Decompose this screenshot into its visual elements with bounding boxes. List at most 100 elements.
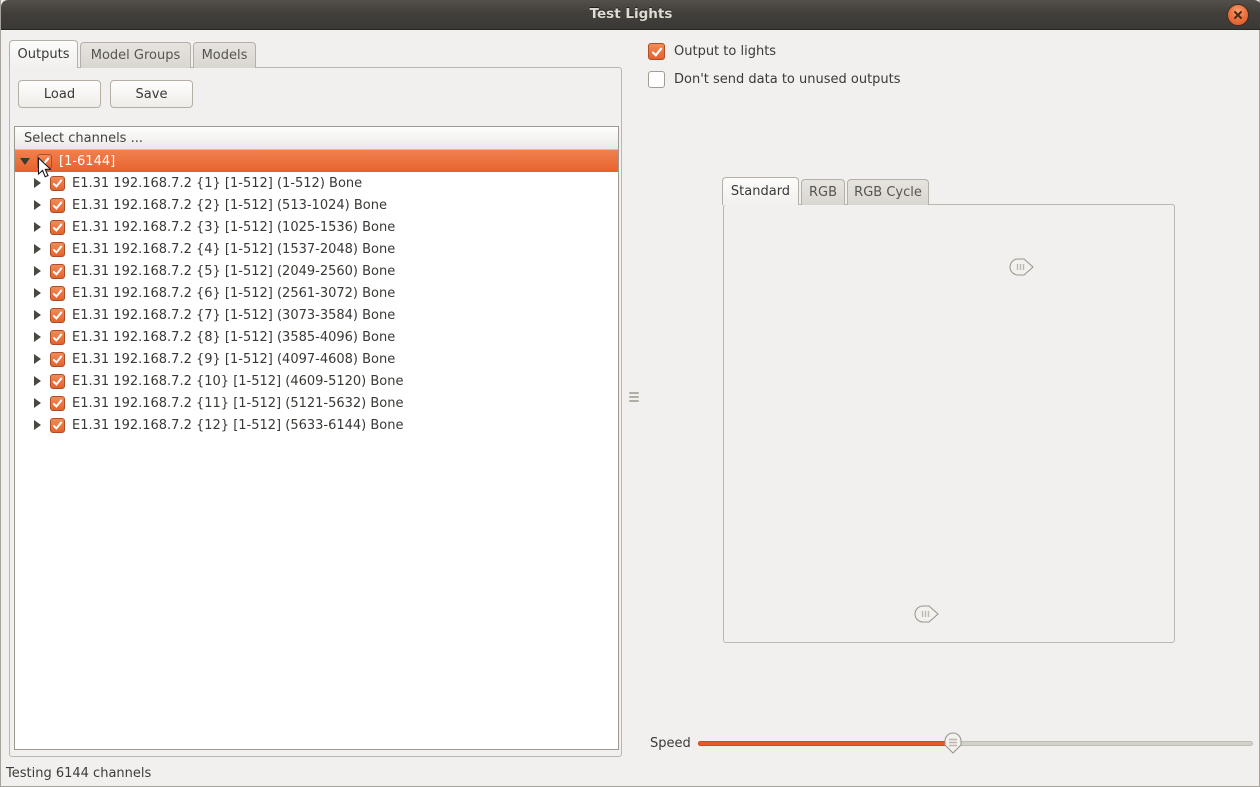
check-icon	[52, 376, 63, 387]
channel-checkbox[interactable]	[50, 418, 65, 433]
speed-slider-track[interactable]	[698, 741, 1253, 746]
standard-tab-page	[723, 204, 1175, 643]
check-icon	[52, 310, 63, 321]
splitter-grip[interactable]	[629, 400, 639, 402]
tree-root-label: [1-6144]	[59, 154, 115, 169]
channel-checkbox[interactable]	[50, 286, 65, 301]
tree-item-label: E1.31 192.168.7.2 {9} [1-512] (4097-4608…	[72, 352, 395, 367]
background-intensity-slider-thumb[interactable]	[913, 605, 939, 623]
check-icon	[52, 420, 63, 431]
channel-checkbox[interactable]	[50, 396, 65, 411]
tab-outputs[interactable]: Outputs	[9, 40, 78, 68]
expand-triangle-icon[interactable]	[34, 310, 41, 320]
tree-item-row[interactable]: E1.31 192.168.7.2 {9} [1-512] (4097-4608…	[15, 348, 618, 370]
titlebar[interactable]: Test Lights	[1, 0, 1260, 30]
tab-standard[interactable]: Standard	[722, 177, 799, 205]
status-bar-text: Testing 6144 channels	[6, 766, 151, 781]
tab-model-groups[interactable]: Model Groups	[80, 42, 191, 68]
tab-rgb-cycle[interactable]: RGB Cycle	[847, 179, 929, 205]
tree-item-row[interactable]: E1.31 192.168.7.2 {2} [1-512] (513-1024)…	[15, 194, 618, 216]
channel-checkbox[interactable]	[50, 176, 65, 191]
close-button[interactable]	[1227, 4, 1249, 26]
tree-root-row[interactable]: [1-6144]	[15, 150, 618, 172]
tree-item-label: E1.31 192.168.7.2 {4} [1-512] (1537-2048…	[72, 242, 395, 257]
tab-rgb-label: RGB	[809, 185, 837, 200]
tab-models-label: Models	[202, 48, 248, 63]
tree-item-row[interactable]: E1.31 192.168.7.2 {3} [1-512] (1025-1536…	[15, 216, 618, 238]
tree-item-label: E1.31 192.168.7.2 {7} [1-512] (3073-3584…	[72, 308, 395, 323]
tree-item-row[interactable]: E1.31 192.168.7.2 {6} [1-512] (2561-3072…	[15, 282, 618, 304]
tree-item-label: E1.31 192.168.7.2 {2} [1-512] (513-1024)…	[72, 198, 387, 213]
tree-item-label: E1.31 192.168.7.2 {10} [1-512] (4609-512…	[72, 374, 404, 389]
expand-triangle-icon[interactable]	[34, 332, 41, 342]
output-to-lights-checkbox[interactable]	[648, 43, 665, 60]
check-icon	[52, 244, 63, 255]
channel-tree: Select channels ... [1-6144] E1.31 192.1…	[14, 126, 619, 750]
tree-item-row[interactable]: E1.31 192.168.7.2 {10} [1-512] (4609-512…	[15, 370, 618, 392]
channel-checkbox[interactable]	[50, 352, 65, 367]
check-icon	[52, 288, 63, 299]
expand-triangle-icon[interactable]	[34, 178, 41, 188]
tab-rgb-cycle-label: RGB Cycle	[854, 185, 922, 200]
check-icon	[52, 178, 63, 189]
highlight-intensity-slider-thumb[interactable]	[1008, 258, 1034, 276]
dont-send-data-checkbox[interactable]	[648, 71, 665, 88]
test-lights-window: Test Lights Outputs Model Groups Models …	[0, 0, 1260, 787]
channel-checkbox[interactable]	[50, 374, 65, 389]
check-icon	[52, 398, 63, 409]
tab-models[interactable]: Models	[193, 42, 256, 68]
load-button[interactable]: Load	[18, 80, 101, 108]
tab-rgb[interactable]: RGB	[801, 179, 845, 205]
expand-triangle-icon[interactable]	[34, 420, 41, 430]
channel-checkbox[interactable]	[50, 264, 65, 279]
output-to-lights-label: Output to lights	[674, 44, 776, 59]
speed-slider-fill	[698, 741, 953, 746]
load-button-label: Load	[44, 87, 75, 102]
tree-item-row[interactable]: E1.31 192.168.7.2 {4} [1-512] (1537-2048…	[15, 238, 618, 260]
expand-triangle-icon[interactable]	[34, 398, 41, 408]
channel-checkbox[interactable]	[50, 242, 65, 257]
tree-rows: [1-6144] E1.31 192.168.7.2 {1} [1-512] (…	[15, 150, 618, 436]
tree-item-row[interactable]: E1.31 192.168.7.2 {5} [1-512] (2049-2560…	[15, 260, 618, 282]
window-title: Test Lights	[1, 0, 1260, 30]
tab-standard-label: Standard	[731, 184, 790, 199]
collapse-triangle-icon[interactable]	[20, 158, 30, 165]
tree-item-row[interactable]: E1.31 192.168.7.2 {8} [1-512] (3585-4096…	[15, 326, 618, 348]
tree-item-row[interactable]: E1.31 192.168.7.2 {11} [1-512] (5121-563…	[15, 392, 618, 414]
expand-triangle-icon[interactable]	[34, 288, 41, 298]
check-icon	[52, 354, 63, 365]
channel-checkbox[interactable]	[50, 330, 65, 345]
tree-item-label: E1.31 192.168.7.2 {1} [1-512] (1-512) Bo…	[72, 176, 362, 191]
close-icon	[1233, 10, 1243, 20]
save-button-label: Save	[136, 87, 168, 102]
expand-triangle-icon[interactable]	[34, 266, 41, 276]
tree-column-header[interactable]: Select channels ...	[15, 127, 618, 150]
tree-item-label: E1.31 192.168.7.2 {3} [1-512] (1025-1536…	[72, 220, 395, 235]
channel-checkbox[interactable]	[50, 198, 65, 213]
speed-label: Speed	[650, 736, 691, 751]
expand-triangle-icon[interactable]	[34, 244, 41, 254]
check-icon	[52, 266, 63, 277]
save-button[interactable]: Save	[110, 80, 193, 108]
tab-model-groups-label: Model Groups	[91, 48, 181, 63]
tree-item-row[interactable]: E1.31 192.168.7.2 {12} [1-512] (5633-614…	[15, 414, 618, 436]
splitter-grip[interactable]	[629, 392, 639, 394]
expand-triangle-icon[interactable]	[34, 200, 41, 210]
expand-triangle-icon[interactable]	[34, 354, 41, 364]
expand-triangle-icon[interactable]	[34, 222, 41, 232]
tree-item-row[interactable]: E1.31 192.168.7.2 {1} [1-512] (1-512) Bo…	[15, 172, 618, 194]
tab-outputs-label: Outputs	[18, 47, 70, 62]
expand-triangle-icon[interactable]	[34, 376, 41, 386]
splitter-grip[interactable]	[629, 396, 639, 398]
check-icon	[52, 222, 63, 233]
mouse-cursor	[37, 157, 52, 179]
channel-checkbox[interactable]	[50, 308, 65, 323]
tree-item-label: E1.31 192.168.7.2 {8} [1-512] (3585-4096…	[72, 330, 395, 345]
tree-item-row[interactable]: E1.31 192.168.7.2 {7} [1-512] (3073-3584…	[15, 304, 618, 326]
channel-checkbox[interactable]	[50, 220, 65, 235]
tree-item-label: E1.31 192.168.7.2 {12} [1-512] (5633-614…	[72, 418, 404, 433]
speed-slider-thumb[interactable]	[944, 732, 962, 754]
check-icon	[651, 46, 663, 58]
dont-send-data-label: Don't send data to unused outputs	[674, 72, 901, 87]
check-icon	[52, 200, 63, 211]
